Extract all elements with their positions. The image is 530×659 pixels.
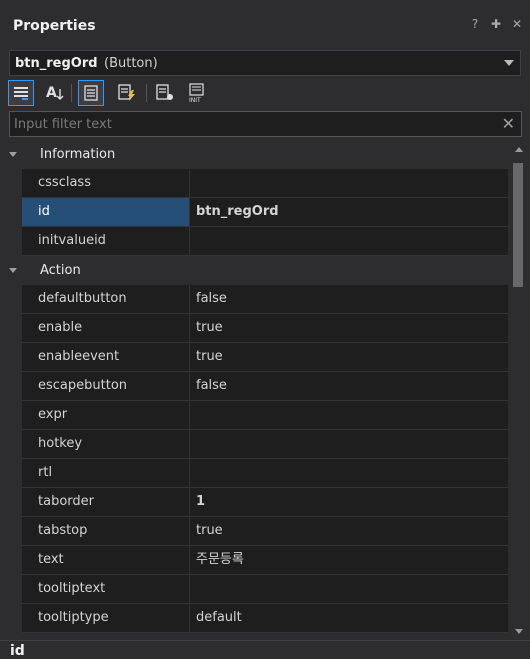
property-name[interactable]: expr xyxy=(22,401,190,429)
property-name[interactable]: taborder xyxy=(22,488,190,516)
property-name[interactable]: tooltiptext xyxy=(22,575,190,603)
property-value[interactable]: false xyxy=(190,285,510,313)
property-value[interactable] xyxy=(190,401,510,429)
panel-titlebar: Properties ? ✚ ✕ xyxy=(0,0,530,44)
property-value[interactable] xyxy=(190,169,510,197)
events-button[interactable] xyxy=(114,80,140,106)
toolbar-separator xyxy=(71,84,72,102)
property-name[interactable]: rtl xyxy=(22,459,190,487)
property-row[interactable]: enableevent true xyxy=(22,343,508,372)
property-name[interactable]: tooltiptype xyxy=(22,604,190,632)
property-row[interactable]: tooltiptext xyxy=(22,575,508,604)
init-value-button[interactable]: INIT xyxy=(184,80,210,106)
property-value[interactable]: true xyxy=(190,343,510,371)
property-row[interactable]: hotkey xyxy=(22,430,508,459)
property-value[interactable] xyxy=(190,575,510,603)
property-row[interactable]: tooltiptype default xyxy=(22,604,508,633)
help-icon[interactable]: ? xyxy=(470,17,480,31)
object-selector[interactable]: btn_regOrd (Button) xyxy=(9,50,521,76)
property-value[interactable]: default xyxy=(190,604,510,632)
property-toolbar: A INIT xyxy=(8,80,228,106)
object-name: btn_regOrd xyxy=(15,56,98,71)
category-header[interactable]: Action xyxy=(0,256,510,285)
property-row[interactable]: cssclass xyxy=(22,169,508,198)
filter-input[interactable] xyxy=(14,115,494,133)
property-name[interactable]: enable xyxy=(22,314,190,342)
property-value[interactable]: false xyxy=(190,372,510,400)
alphabetical-sort-icon: A xyxy=(46,85,64,101)
panel-title-buttons: ? ✚ ✕ xyxy=(470,17,522,31)
property-row[interactable]: enable true xyxy=(22,314,508,343)
property-value[interactable]: true xyxy=(190,517,510,545)
chevron-down-icon[interactable] xyxy=(504,60,514,66)
property-name[interactable]: tabstop xyxy=(22,517,190,545)
property-grid: Information cssclass id btn_regOrd initvalue… xyxy=(0,140,510,638)
init-value-icon: INIT xyxy=(189,83,204,103)
property-pages-button[interactable] xyxy=(152,80,178,106)
property-name[interactable]: hotkey xyxy=(22,430,190,458)
property-name[interactable]: cssclass xyxy=(22,169,190,197)
object-type: (Button) xyxy=(104,56,158,71)
property-value[interactable]: 1 xyxy=(190,488,510,516)
property-value[interactable]: btn_regOrd xyxy=(190,198,510,226)
properties-page-icon xyxy=(84,85,98,101)
property-row[interactable]: escapebutton false xyxy=(22,372,508,401)
category-label: Information xyxy=(40,147,116,162)
property-row[interactable]: expr xyxy=(22,401,508,430)
property-name[interactable]: initvalueid xyxy=(22,227,190,255)
property-row[interactable]: taborder 1 xyxy=(22,488,508,517)
collapse-icon[interactable] xyxy=(9,268,17,273)
property-value[interactable] xyxy=(190,227,510,255)
property-name[interactable]: defaultbutton xyxy=(22,285,190,313)
property-row[interactable]: text 주문등록 xyxy=(22,546,508,575)
categorized-view-icon xyxy=(14,87,28,100)
category-header[interactable]: Information xyxy=(0,140,510,169)
property-name[interactable]: enableevent xyxy=(22,343,190,371)
alphabetical-sort-button[interactable]: A xyxy=(42,80,68,106)
close-icon[interactable]: ✕ xyxy=(512,17,522,31)
toolbar-separator xyxy=(146,84,147,102)
description-pane: id xyxy=(0,640,530,659)
property-filter: ✕ xyxy=(9,111,522,137)
vertical-scrollbar[interactable] xyxy=(510,145,527,638)
property-row[interactable]: tabstop true xyxy=(22,517,508,546)
svg-text:A: A xyxy=(46,85,57,101)
property-row[interactable]: rtl xyxy=(22,459,508,488)
property-row[interactable]: id btn_regOrd xyxy=(22,198,508,227)
collapse-icon[interactable] xyxy=(9,152,17,157)
category-label: Action xyxy=(40,263,81,278)
svg-text:INIT: INIT xyxy=(189,97,201,103)
scroll-up-icon[interactable] xyxy=(515,147,523,152)
property-name[interactable]: text xyxy=(22,546,190,574)
scroll-down-icon[interactable] xyxy=(515,629,523,634)
properties-panel: Properties ? ✚ ✕ btn_regOrd (Button) A I… xyxy=(0,0,530,659)
property-pages-icon xyxy=(156,84,173,100)
clear-filter-icon[interactable]: ✕ xyxy=(502,115,515,133)
pin-icon[interactable]: ✚ xyxy=(491,17,501,31)
categorized-view-button[interactable] xyxy=(8,80,34,106)
description-title: id xyxy=(10,643,25,659)
property-value[interactable]: 주문등록 xyxy=(190,546,510,574)
events-icon xyxy=(118,84,135,101)
panel-title: Properties xyxy=(13,18,96,34)
property-row[interactable]: initvalueid xyxy=(22,227,508,256)
scrollbar-thumb[interactable] xyxy=(513,163,523,287)
property-value[interactable] xyxy=(190,459,510,487)
property-name[interactable]: escapebutton xyxy=(22,372,190,400)
property-name[interactable]: id xyxy=(22,198,190,226)
property-row[interactable]: defaultbutton false xyxy=(22,285,508,314)
properties-button[interactable] xyxy=(78,80,104,106)
property-value[interactable] xyxy=(190,430,510,458)
property-value[interactable]: true xyxy=(190,314,510,342)
